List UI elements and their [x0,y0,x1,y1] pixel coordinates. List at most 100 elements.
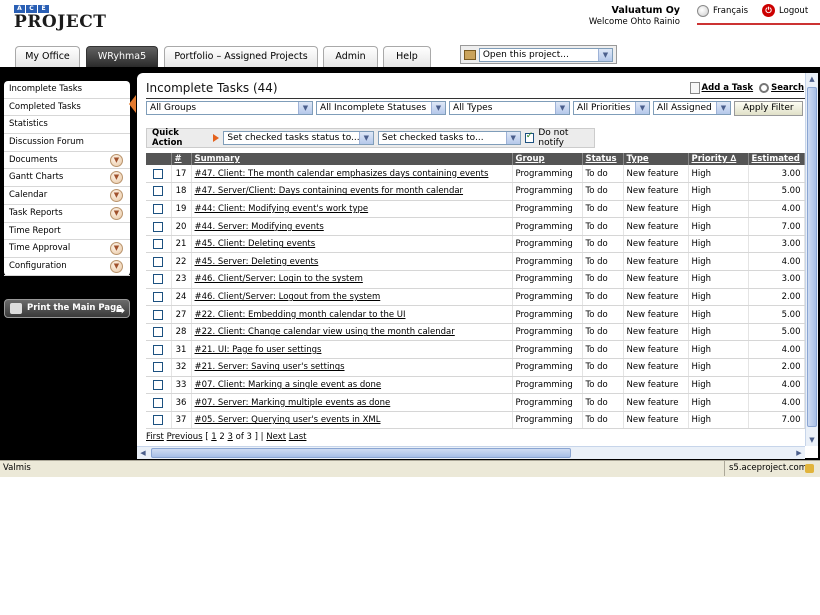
tab-my-office[interactable]: My Office [15,46,80,67]
search-link[interactable]: Search [759,82,804,94]
main-tabs: My Office WRyhma5 Portfolio – Assigned P… [0,46,820,67]
expand-icon[interactable]: ▼ [110,206,123,220]
task-summary[interactable]: #22. Client: Embedding month calendar to… [191,305,513,324]
tab-portfolio[interactable]: Portfolio – Assigned Projects [164,46,318,67]
priority-filter-select[interactable]: All Priorities ▼ [573,101,650,115]
print-main-page-button[interactable]: Print the Main Page ➡ [4,299,130,318]
page-link-1[interactable]: 1 [211,432,216,442]
last-page-link[interactable]: Last [289,432,307,442]
tab-help[interactable]: Help [383,46,431,67]
task-summary[interactable]: #47. Client: The month calendar emphasiz… [191,165,513,184]
row-checkbox[interactable] [153,309,164,320]
task-summary[interactable]: #46. Client/Server: Logout from the syst… [191,288,513,307]
expand-icon[interactable]: ▼ [110,259,123,273]
row-checkbox[interactable] [153,344,164,355]
task-summary[interactable]: #45. Server: Deleting events [191,252,513,272]
sidebar-item-gantt-charts[interactable]: Gantt Charts ▼ [4,169,130,188]
column-header-number[interactable]: # [171,153,192,165]
sidebar-item-configuration[interactable]: Configuration ▼ [4,258,130,276]
apply-filter-button[interactable]: Apply Filter [734,101,803,116]
task-estimated: 4.00 [748,340,805,360]
page-link-3[interactable]: 3 [228,432,233,442]
sidebar-item-task-reports[interactable]: Task Reports ▼ [4,205,130,223]
tab-project[interactable]: WRyhma5 [86,46,158,67]
language-link[interactable]: Français [697,4,748,17]
scroll-right-icon[interactable]: ▶ [793,447,805,459]
sidebar-item-statistics[interactable]: Statistics [4,116,130,135]
row-checkbox[interactable] [153,327,164,338]
task-summary[interactable]: #21. UI: Page fo user settings [191,340,513,360]
previous-page-link[interactable]: Previous [167,432,203,442]
search-icon [759,83,770,93]
row-checkbox[interactable] [153,168,164,179]
task-summary[interactable]: #46. Client/Server: Login to the system [191,270,513,289]
task-summary[interactable]: #45. Client: Deleting events [191,235,513,254]
task-group: Programming [512,393,583,412]
sidebar-item-time-approval[interactable]: Time Approval ▼ [4,240,130,258]
horizontal-scrollbar[interactable]: ◀ ▶ [137,446,805,459]
group-filter-select[interactable]: All Groups ▼ [146,101,313,115]
row-select-cell [146,235,172,254]
column-header-estimated[interactable]: Estimated [748,153,805,165]
next-page-link[interactable]: Next [266,432,286,442]
sidebar-item-calendar[interactable]: Calendar ▼ [4,187,130,205]
column-header-group[interactable]: Group [512,153,583,165]
task-status: To do [582,376,624,395]
row-checkbox[interactable] [153,379,164,390]
expand-icon[interactable]: ▼ [110,171,123,185]
row-checkbox[interactable] [153,274,164,285]
expand-icon[interactable]: ▼ [110,189,123,203]
quick-action-bar: Quick Action Set checked tasks status to… [146,128,595,148]
sidebar-item-incomplete-tasks[interactable]: Incomplete Tasks [4,81,130,99]
add-task-link[interactable]: Add a Task [689,82,753,94]
expand-icon[interactable]: ▼ [110,242,123,256]
task-number: 17 [171,165,192,184]
row-checkbox[interactable] [153,291,164,302]
sidebar-item-discussion-forum[interactable]: Discussion Forum [4,134,130,152]
task-type: New feature [623,270,689,289]
first-page-link[interactable]: First [146,432,164,442]
task-summary[interactable]: #07. Server: Marking multiple events as … [191,393,513,412]
task-summary[interactable]: #21. Server: Saving user's settings [191,358,513,377]
scroll-left-icon[interactable]: ◀ [137,447,149,459]
sidebar-item-time-report[interactable]: Time Report [4,223,130,241]
sidebar-item-completed-tasks[interactable]: Completed Tasks [4,99,130,117]
row-checkbox[interactable] [153,415,164,426]
task-summary[interactable]: #05. Server: Querying user's events in X… [191,411,513,430]
type-filter-select[interactable]: All Types ▼ [449,101,570,115]
task-summary[interactable]: #44. Server: Modifying events [191,217,513,236]
row-checkbox[interactable] [153,186,164,197]
column-header-status[interactable]: Status [582,153,624,165]
open-project-select[interactable]: Open this project... ▼ [478,47,613,62]
row-checkbox[interactable] [153,203,164,214]
scroll-down-icon[interactable]: ▼ [806,434,818,446]
row-checkbox[interactable] [153,256,164,267]
chevron-down-icon: ▼ [635,102,649,114]
set-tasks-select[interactable]: Set checked tasks to... ▼ [377,131,521,145]
task-summary[interactable]: #07. Client: Marking a single event as d… [191,376,513,395]
assigned-filter-select[interactable]: All Assigned ▼ [653,101,731,115]
sidebar-item-documents[interactable]: Documents ▼ [4,152,130,170]
tab-admin[interactable]: Admin [323,46,378,67]
row-checkbox[interactable] [153,397,164,408]
task-summary[interactable]: #44: Client: Modifying event's work type [191,200,513,219]
row-checkbox[interactable] [153,239,164,250]
column-header-summary[interactable]: Summary [191,153,513,165]
scroll-thumb[interactable] [807,87,817,427]
scroll-thumb[interactable] [151,448,571,458]
set-status-select[interactable]: Set checked tasks status to... ▼ [223,131,374,145]
column-header-priority[interactable]: Priority ∆ [688,153,749,165]
column-header-type[interactable]: Type [623,153,689,165]
task-group: Programming [512,340,583,360]
row-checkbox[interactable] [153,221,164,232]
scroll-up-icon[interactable]: ▲ [806,73,818,85]
task-summary[interactable]: #47. Server/Client: Days containing even… [191,182,513,201]
status-filter-select[interactable]: All Incomplete Statuses ▼ [316,101,446,115]
row-checkbox[interactable] [153,362,164,373]
do-not-notify-checkbox[interactable] [524,131,535,143]
task-summary[interactable]: #22. Client: Change calendar view using … [191,323,513,342]
sidebar-item-label: Completed Tasks [9,101,81,112]
logout-link[interactable]: ⏻ Logout [762,4,808,17]
expand-icon[interactable]: ▼ [110,153,123,167]
vertical-scrollbar[interactable]: ▲ ▼ [805,73,818,446]
